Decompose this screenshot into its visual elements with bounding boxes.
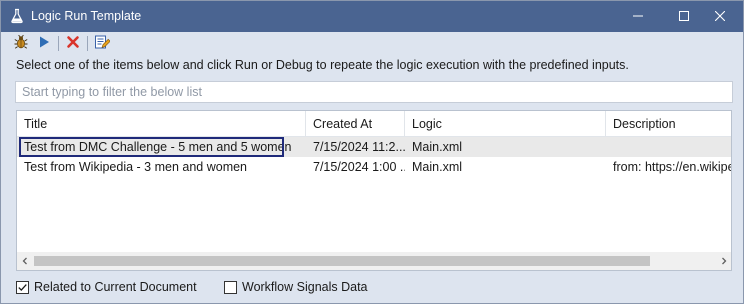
close-button[interactable] [697,1,743,32]
delete-x-icon [66,35,80,52]
cell-description [606,137,731,157]
template-list[interactable]: Title Created At Logic Description Test … [16,110,732,271]
edit-icon [94,34,111,53]
workflow-signals-data-option[interactable]: Workflow Signals Data [224,279,368,295]
related-to-current-document-checkbox[interactable] [16,280,29,294]
instruction-text: Select one of the items below and click … [16,58,629,72]
workflow-signals-data-label: Workflow Signals Data [242,280,368,294]
bug-icon [13,34,29,53]
column-header-description[interactable]: Description [606,111,731,137]
minimize-icon [633,10,643,24]
related-to-current-document-label: Related to Current Document [34,280,197,294]
toolbar [1,32,743,54]
debug-button[interactable] [12,34,30,53]
chevron-left-icon [21,254,29,268]
scrollbar-thumb[interactable] [34,256,650,266]
scroll-right-button[interactable] [716,252,731,270]
cell-title: Test from Wikipedia - 3 men and women [24,160,248,174]
cell-logic: Main.xml [412,160,463,174]
window-title: Logic Run Template [31,9,142,23]
cell-description: from: https://en.wikipe [613,160,732,174]
filter-input[interactable] [15,81,733,103]
column-header-title[interactable]: Title [17,111,306,137]
run-button[interactable] [35,35,53,52]
cell-created-at: 7/15/2024 11:2... [313,140,405,154]
list-header: Title Created At Logic Description [17,111,731,137]
table-row[interactable]: Test from Wikipedia - 3 men and women 7/… [17,157,732,177]
cell-logic: Main.xml [412,140,463,154]
horizontal-scrollbar[interactable] [17,252,731,270]
scroll-left-button[interactable] [17,252,33,270]
logic-run-template-window: Logic Run Template Select one of the ite… [0,0,744,304]
chevron-right-icon [720,254,728,268]
flask-icon [9,8,25,24]
column-header-created-at[interactable]: Created At [306,111,405,137]
minimize-button[interactable] [615,1,661,32]
title-bar[interactable]: Logic Run Template [1,1,743,32]
column-header-logic[interactable]: Logic [405,111,606,137]
play-icon [37,35,51,52]
related-to-current-document-option[interactable]: Related to Current Document [16,279,197,295]
edit-button[interactable] [93,35,111,52]
close-icon [714,10,726,24]
selected-cell-focus [19,137,284,157]
toolbar-separator [87,36,88,51]
workflow-signals-data-checkbox[interactable] [224,280,237,294]
maximize-icon [679,10,689,24]
delete-button[interactable] [64,35,82,52]
cell-created-at: 7/15/2024 1:00 ... [313,160,405,174]
toolbar-separator [58,36,59,51]
